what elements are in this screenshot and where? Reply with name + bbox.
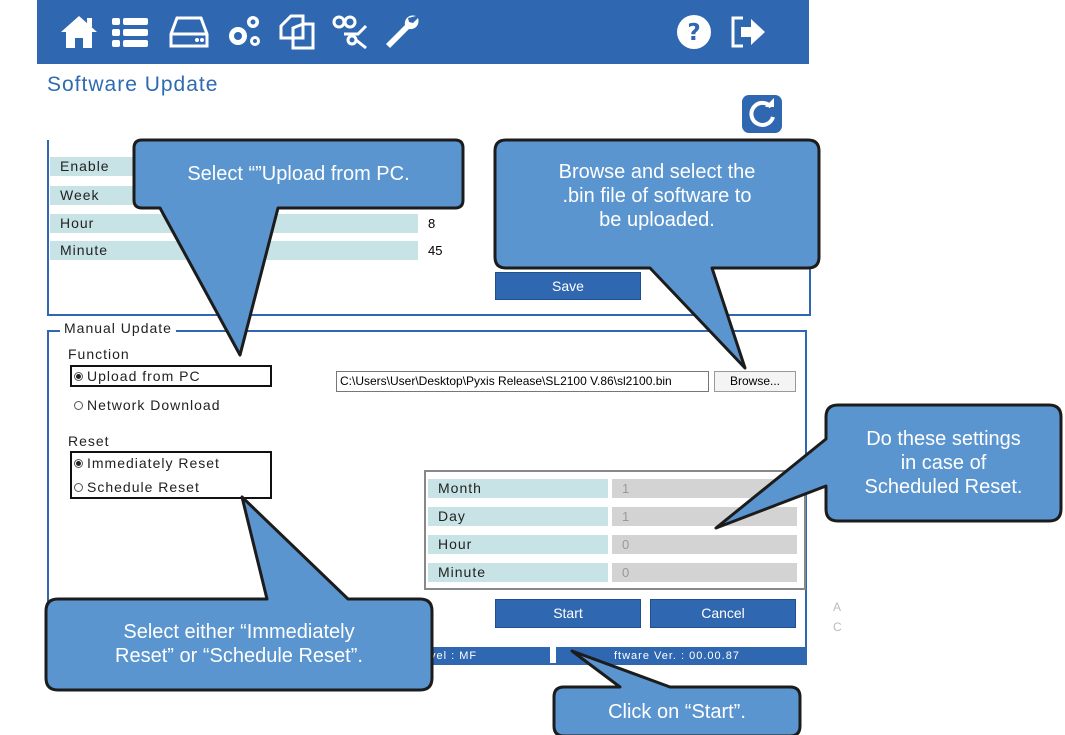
reset-month-label: Month bbox=[428, 479, 608, 498]
browse-button[interactable]: Browse... bbox=[714, 371, 796, 392]
radio-selected-icon bbox=[74, 458, 83, 468]
minute-label: Minute bbox=[50, 241, 418, 260]
minute-input[interactable]: 45 bbox=[422, 241, 502, 260]
reset-hour-label: Hour bbox=[428, 535, 608, 554]
cancel-button[interactable]: Cancel bbox=[650, 599, 796, 628]
list-icon[interactable] bbox=[108, 10, 152, 54]
radio-immediately-reset[interactable]: Immediately Reset bbox=[74, 455, 220, 471]
radio-schedule-reset[interactable]: Schedule Reset bbox=[74, 479, 200, 495]
top-toolbar: ? bbox=[37, 0, 809, 64]
callout-upload-text: Select “”Upload from PC. bbox=[187, 163, 410, 185]
callout-browse-text: Browse and select the .bin file of softw… bbox=[495, 160, 819, 232]
start-button[interactable]: Start bbox=[495, 599, 641, 628]
network-download-label: Network Download bbox=[87, 397, 221, 413]
week-select[interactable]: day bbox=[422, 186, 502, 205]
callout-browse-line: .bin file of software to bbox=[562, 185, 752, 207]
callout-start-text: Click on “Start”. bbox=[608, 701, 746, 723]
edge-text-fragment: A bbox=[833, 600, 842, 614]
reset-minute-input[interactable]: 0 bbox=[612, 563, 797, 582]
edge-text-fragment: C bbox=[833, 620, 842, 634]
file-path-input[interactable]: C:\Users\User\Desktop\Pyxis Release\SL21… bbox=[336, 371, 709, 392]
callout-reset-text: Select either “Immediately Reset” or “Sc… bbox=[46, 620, 432, 668]
refresh-icon bbox=[749, 98, 775, 127]
logout-icon[interactable] bbox=[725, 10, 769, 54]
copy-icon[interactable] bbox=[275, 10, 319, 54]
radio-network-download[interactable]: Network Download bbox=[74, 397, 221, 413]
svg-text:?: ? bbox=[687, 20, 700, 46]
wrench-icon[interactable] bbox=[380, 10, 424, 54]
reset-month-input[interactable]: 1 bbox=[612, 479, 797, 498]
week-label: Week bbox=[50, 186, 418, 205]
drive-icon[interactable] bbox=[167, 10, 211, 54]
callout-browse-line: be uploaded. bbox=[599, 209, 715, 231]
callout-schedule-text: Do these settings in case of Scheduled R… bbox=[826, 427, 1061, 499]
radio-unselected-icon bbox=[74, 400, 83, 410]
hour-input[interactable]: 8 bbox=[422, 214, 502, 233]
page-title: Software Update bbox=[47, 73, 219, 96]
tools-icon[interactable] bbox=[328, 10, 372, 54]
callout-schedule-line: Do these settings bbox=[866, 428, 1021, 450]
help-icon[interactable]: ? bbox=[672, 10, 716, 54]
upload-from-pc-label: Upload from PC bbox=[87, 368, 201, 384]
save-button[interactable]: Save bbox=[495, 272, 641, 300]
callout-schedule-line: Scheduled Reset. bbox=[864, 476, 1023, 498]
reset-minute-label: Minute bbox=[428, 563, 608, 582]
reset-hour-input[interactable]: 0 bbox=[612, 535, 797, 554]
reset-day-input[interactable]: 1 bbox=[612, 507, 797, 526]
radio-upload-from-pc[interactable]: Upload from PC bbox=[74, 368, 201, 384]
callout-browse-line: Browse and select the bbox=[558, 161, 756, 183]
radio-selected-icon bbox=[74, 371, 83, 381]
callout-reset-line: Select either “Immediately bbox=[123, 621, 355, 643]
settings-gears-icon[interactable] bbox=[222, 10, 266, 54]
refresh-button[interactable] bbox=[742, 95, 782, 133]
level-status: vel : MF bbox=[412, 647, 550, 665]
reset-label: Reset bbox=[68, 433, 110, 449]
home-icon[interactable] bbox=[57, 10, 101, 54]
callout-reset-line: Reset” or “Schedule Reset”. bbox=[115, 645, 363, 667]
callout-schedule-line: in case of bbox=[900, 452, 987, 474]
immediately-reset-label: Immediately Reset bbox=[87, 455, 220, 471]
radio-unselected-icon bbox=[74, 482, 83, 492]
hour-label: Hour bbox=[50, 214, 418, 233]
schedule-reset-label: Schedule Reset bbox=[87, 479, 200, 495]
reset-day-label: Day bbox=[428, 507, 608, 526]
manual-update-legend: Manual Update bbox=[60, 320, 176, 336]
software-version-status: ftware Ver. : 00.00.87 bbox=[556, 647, 806, 665]
function-label: Function bbox=[68, 346, 130, 362]
